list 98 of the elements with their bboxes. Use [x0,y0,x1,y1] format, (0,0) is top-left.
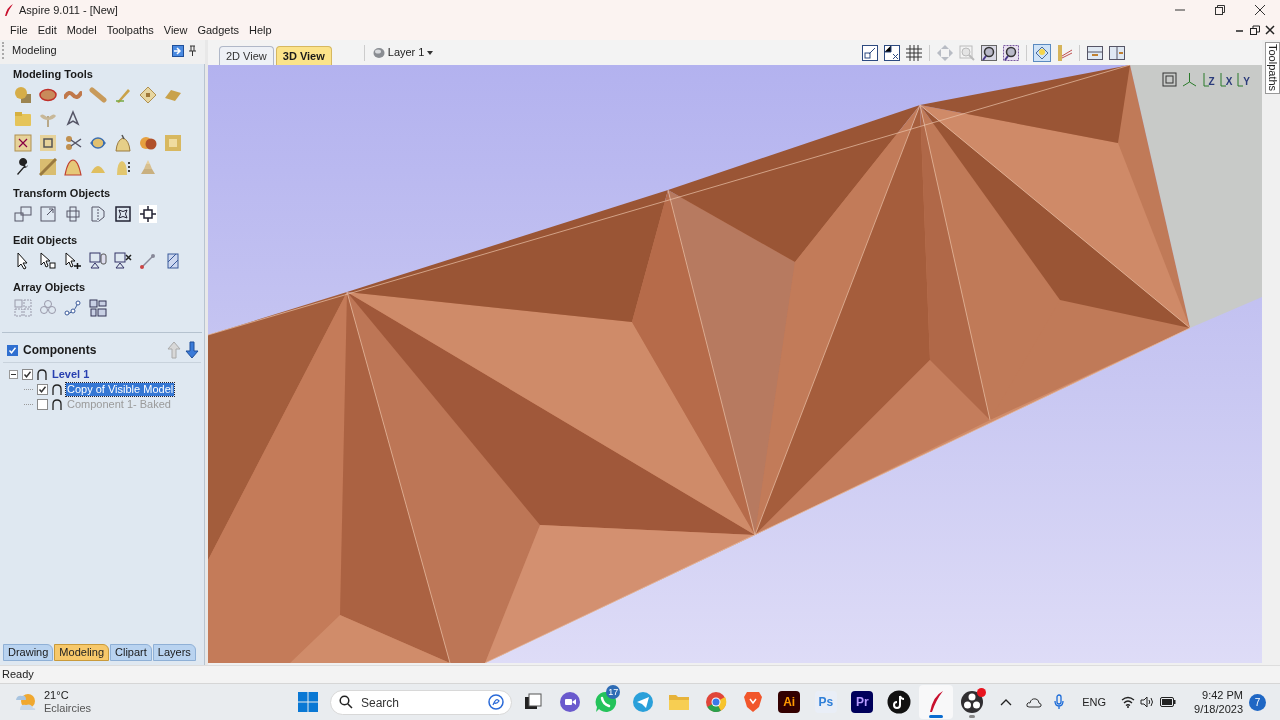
browser-icon [704,691,727,713]
crosshair-square-icon[interactable] [139,205,157,223]
app-logo-tile: Pr [851,691,874,713]
cloud-icon[interactable] [1026,696,1043,708]
panel-tab[interactable]: Clipart [110,644,152,661]
chevron-up-icon[interactable] [1000,698,1013,706]
panel-tab[interactable]: Drawing [3,644,54,661]
wifi-icon[interactable] [1121,696,1136,708]
language-indicator[interactable]: ENG [1082,693,1107,711]
taskbar-button[interactable]: 17 [589,685,624,719]
swirl-icon [488,694,504,710]
collapse-icon[interactable] [9,370,18,379]
oval-arrows-icon[interactable] [89,134,107,152]
window-title: Aspire 9.011 - [New] [19,2,118,18]
speaker-icon[interactable] [1140,696,1155,708]
notification-badge: 17 [606,685,621,699]
cross-squares-icon[interactable] [64,205,82,223]
checkbox[interactable] [22,369,33,380]
section-title: Edit Objects [13,233,79,247]
section-title: Transform Objects [13,186,112,200]
mirror-icon[interactable] [89,205,107,223]
clock-time[interactable]: 9:42 PM [1202,688,1243,702]
task-view-icon [523,692,543,712]
taskbar-button[interactable]: Ai [772,685,807,719]
tree-item[interactable]: Level 1 [51,368,91,381]
app-logo-tile: Ps [814,691,837,713]
close-icon[interactable] [1264,24,1276,36]
taskbar-button[interactable]: Pr [845,685,880,719]
menu-item[interactable]: View [163,21,188,39]
checkbox[interactable] [37,399,48,410]
section-title: Array Objects [13,280,87,294]
menu-item[interactable]: Help [249,21,272,39]
shapes-group-icon[interactable] [89,252,107,270]
shield-icon [742,691,763,713]
notification-badge[interactable]: 7 [1249,693,1266,711]
boxed-x-icon[interactable] [14,134,32,152]
square-icon[interactable] [39,134,57,152]
music-note-icon [886,690,911,714]
section-title: Modeling Tools [13,67,94,81]
hatched-icon[interactable] [164,252,182,270]
blob-icon[interactable] [39,86,57,104]
arch-icon [52,399,62,410]
tree-item[interactable]: Copy of Visible Model [66,383,175,396]
paper-plane-icon [631,691,654,713]
menu-item[interactable]: Edit [37,21,57,39]
folder-icon [668,692,691,712]
weather-temperature: 21°C [44,689,70,702]
arrowhead-icon[interactable] [64,110,82,128]
down-arrow-icon[interactable] [184,341,200,359]
spheres-icon[interactable] [139,134,157,152]
peak-icon[interactable] [64,158,82,176]
axis-view-button[interactable]: X [1218,71,1233,87]
shapes-x-icon[interactable] [114,252,132,270]
axis-view-button[interactable]: Z [1201,71,1215,87]
checkbox[interactable] [37,384,48,395]
dome-dots-icon[interactable] [114,158,132,176]
axis-view-button[interactable]: Y [1236,71,1250,87]
video-chat-icon [558,691,581,713]
pin-icon[interactable] [188,45,197,56]
nested-shapes-icon[interactable] [89,299,107,317]
weather-condition: Eclaircies [44,702,92,715]
app-logo-tile: Ai [778,691,801,713]
checkbox[interactable] [7,344,18,356]
node-cursor-icon[interactable] [39,252,57,270]
start-icon[interactable] [298,692,318,712]
texture-icon[interactable] [39,158,57,176]
search-icon [339,695,353,709]
menu-item[interactable]: File [10,21,28,39]
panel-toggle-icon[interactable] [172,44,184,57]
arch-icon [37,369,47,380]
bell-icon[interactable] [114,134,132,152]
taskbar-button[interactable]: Ps [808,685,843,719]
clock-date[interactable]: 9/18/2023 [1194,702,1243,716]
components-title: Components [23,342,97,359]
menu-item[interactable]: Model [66,21,97,39]
diamond-icon[interactable] [139,86,157,104]
circles-logo-icon [960,690,985,714]
side-tab[interactable]: Toolpaths [1265,42,1280,94]
cursor-plus-icon[interactable] [64,252,82,270]
overlapping-squares-icon[interactable] [14,205,32,223]
arch-icon [52,384,62,395]
weather-icon [14,691,38,713]
path-copy-icon[interactable] [64,299,82,317]
battery-icon[interactable] [1160,697,1177,707]
search-field[interactable]: Search [330,690,512,715]
panel-tab[interactable]: Layers [152,644,196,661]
restore-icon[interactable] [1249,24,1261,36]
panel-tab[interactable]: Modeling [54,644,109,661]
menu-item[interactable]: Toolpaths [106,21,154,39]
sphere-icon[interactable] [14,86,32,104]
microphone-icon[interactable] [1054,694,1065,710]
distort-icon[interactable] [114,205,132,223]
panel-title: Modeling [12,43,57,59]
quill-icon [4,3,14,17]
status-text: Ready [2,667,34,683]
scissors-icon[interactable] [64,134,82,152]
menu-item[interactable]: Gadgets [197,21,239,39]
line-points-icon[interactable] [139,252,157,270]
